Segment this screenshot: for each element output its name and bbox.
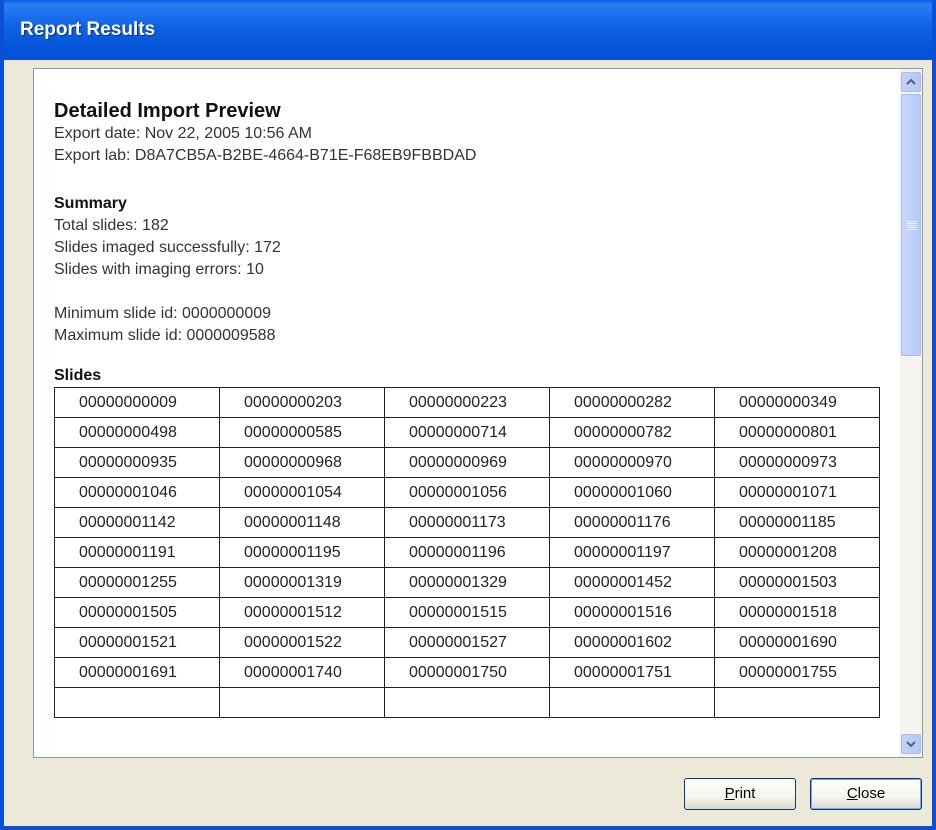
slide-id-cell: 00000000968: [219, 447, 385, 478]
slide-id-cell: 00000001516: [549, 597, 715, 628]
slide-id-cell: 00000000282: [549, 387, 715, 418]
slide-id-cell: 00000001512: [219, 597, 385, 628]
slide-id-cell: 00000001690: [714, 627, 880, 658]
slides-imaged-successfully: Slides imaged successfully: 172: [54, 239, 281, 256]
slide-id-cell: 00000001755: [714, 657, 880, 688]
slide-id-cell: 00000001452: [549, 567, 715, 598]
slide-id-cell: 00000000973: [714, 447, 880, 478]
table-row: 00000000009 00000000203 00000000223 0000000…: [54, 387, 880, 418]
slide-id-cell: 00000001148: [219, 507, 385, 538]
slide-id-cell: 00000000714: [384, 417, 550, 448]
slide-id-cell: 00000001750: [384, 657, 550, 688]
slide-id-cell: 00000001518: [714, 597, 880, 628]
slide-id-cell: 00000001691: [54, 657, 220, 688]
chevron-up-icon: [906, 77, 916, 89]
slide-id-cell: [54, 687, 220, 718]
table-row: 00000001191 00000001195 00000001196 0000000…: [54, 537, 880, 568]
slide-id-cell: [219, 687, 385, 718]
slide-id-cell: 00000001176: [549, 507, 715, 538]
table-row: 00000000935 00000000968 00000000969 0000000…: [54, 447, 880, 478]
slide-id-cell: 00000001060: [549, 477, 715, 508]
slide-id-cell: 00000000801: [714, 417, 880, 448]
slide-id-cell: 00000001191: [54, 537, 220, 568]
close-button-label: Close: [846, 785, 886, 802]
table-row: 00000001142 00000001148 00000001173 0000000…: [54, 507, 880, 538]
slide-id-cell: 00000001142: [54, 507, 220, 538]
slide-id-cell: 00000000585: [219, 417, 385, 448]
slide-id-cell: 00000001319: [219, 567, 385, 598]
slide-id-cell: 00000000970: [549, 447, 715, 478]
slide-id-cell: 00000000203: [219, 387, 385, 418]
slide-id-cell: 00000000009: [54, 387, 220, 418]
minimum-slide-id: Minimum slide id: 0000000009: [54, 305, 272, 322]
table-row: 00000001691 00000001740 00000001750 0000000…: [54, 657, 880, 688]
slide-id-cell: 00000000782: [549, 417, 715, 448]
slide-id-cell: 00000001527: [384, 627, 550, 658]
export-date: Export date: Nov 22, 2005 10:56 AM: [54, 125, 312, 142]
table-row: 00000001505 00000001512 00000001515 0000000…: [54, 597, 880, 628]
slide-id-cell: 00000001522: [219, 627, 385, 658]
slide-id-cell: 00000001173: [384, 507, 550, 538]
title-bar[interactable]: Report Results: [4, 0, 932, 60]
slide-id-cell: 00000001602: [549, 627, 715, 658]
table-row: [54, 687, 880, 718]
export-lab: Export lab: D8A7CB5A-B2BE-4664-B71E-F68E…: [54, 147, 477, 164]
table-row: 00000001046 00000001054 00000001056 0000000…: [54, 477, 880, 508]
slide-id-cell: [549, 687, 715, 718]
scroll-thumb-grip: [907, 221, 917, 230]
close-button[interactable]: Close: [810, 778, 922, 810]
slides-heading: Slides: [54, 367, 102, 384]
report-viewer[interactable]: Detailed Import Preview Export date: Nov…: [33, 68, 923, 758]
print-button-label: Print: [724, 785, 756, 802]
vertical-scrollbar[interactable]: [900, 69, 922, 757]
print-button[interactable]: Print: [684, 778, 796, 810]
slide-id-cell: 00000001046: [54, 477, 220, 508]
slides-with-imaging-errors: Slides with imaging errors: 10: [54, 261, 264, 278]
table-row: 00000001255 00000001319 00000001329 0000000…: [54, 567, 880, 598]
summary-heading: Summary: [54, 195, 127, 212]
slide-id-cell: 00000001503: [714, 567, 880, 598]
scroll-up-button[interactable]: [901, 72, 921, 92]
slide-id-cell: 00000001751: [549, 657, 715, 688]
scroll-thumb[interactable]: [901, 94, 921, 356]
window-title: Report Results: [20, 19, 156, 40]
slide-id-cell: 00000000969: [384, 447, 550, 478]
report-results-dialog: Report Results Detailed Import Preview E…: [0, 0, 936, 830]
slide-id-cell: 00000001515: [384, 597, 550, 628]
table-row: 00000000498 00000000585 00000000714 0000000…: [54, 417, 880, 448]
slide-id-cell: 00000001071: [714, 477, 880, 508]
slide-id-cell: 00000001195: [219, 537, 385, 568]
maximum-slide-id: Maximum slide id: 0000009588: [54, 327, 276, 344]
slide-id-cell: 00000001185: [714, 507, 880, 538]
slide-id-cell: 00000001056: [384, 477, 550, 508]
report-heading: Detailed Import Preview: [54, 100, 281, 122]
slide-id-cell: [384, 687, 550, 718]
slide-id-cell: 00000001505: [54, 597, 220, 628]
slides-table: 00000000009 00000000203 00000000223 0000000…: [54, 387, 880, 718]
total-slides: Total slides: 182: [54, 217, 169, 234]
slide-id-cell: 00000000498: [54, 417, 220, 448]
slide-id-cell: 00000000223: [384, 387, 550, 418]
slide-id-cell: 00000001196: [384, 537, 550, 568]
slide-id-cell: 00000001329: [384, 567, 550, 598]
slide-id-cell: 00000001197: [549, 537, 715, 568]
slide-id-cell: 00000000349: [714, 387, 880, 418]
chevron-down-icon: [906, 739, 916, 751]
slide-id-cell: 00000001521: [54, 627, 220, 658]
slide-id-cell: 00000001054: [219, 477, 385, 508]
slide-id-cell: 00000001208: [714, 537, 880, 568]
table-row: 00000001521 00000001522 00000001527 0000000…: [54, 627, 880, 658]
slide-id-cell: 00000001740: [219, 657, 385, 688]
scroll-down-button[interactable]: [901, 734, 921, 754]
slide-id-cell: [714, 687, 880, 718]
slide-id-cell: 00000001255: [54, 567, 220, 598]
report-document: Detailed Import Preview Export date: Nov…: [54, 99, 894, 718]
slide-id-cell: 00000000935: [54, 447, 220, 478]
